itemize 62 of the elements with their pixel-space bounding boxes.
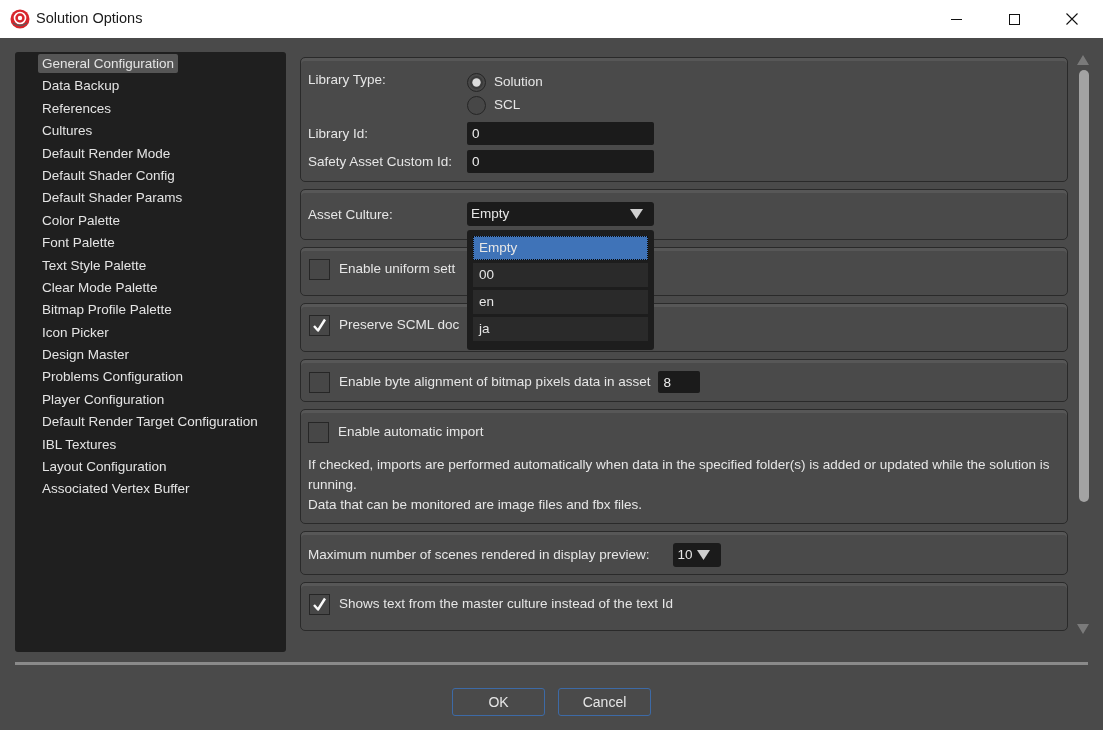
sidebar-item[interactable]: Layout Configuration — [38, 457, 171, 477]
sidebar-item[interactable]: Default Shader Config — [38, 165, 179, 185]
field-label: Maximum number of scenes rendered in display preview: — [308, 545, 650, 564]
app-logo-icon — [10, 9, 30, 29]
checkbox-label: Enable uniform sett — [339, 260, 456, 279]
sidebar-item[interactable]: Cultures — [38, 121, 97, 141]
sidebar-item[interactable]: References — [38, 98, 116, 118]
sidebar-item[interactable]: IBL Textures — [38, 434, 121, 454]
checkbox[interactable] — [309, 259, 330, 280]
sidebar-item[interactable]: Font Palette — [38, 233, 119, 253]
dropdown-option[interactable]: Empty — [473, 236, 648, 260]
sidebar-item[interactable]: General Configuration — [38, 54, 179, 73]
sidebar-item[interactable]: Design Master — [38, 345, 134, 365]
sidebar-item[interactable]: Color Palette — [38, 210, 125, 230]
dropdown-field[interactable]: 10 — [673, 543, 722, 567]
description-text: If checked, imports are performed automatically when data in the specified folder(s) is added or updated while the solution is running. — [308, 456, 1051, 494]
dropdown-option[interactable]: ja — [473, 317, 648, 341]
sidebar-item[interactable]: Default Render Target Configuration — [38, 412, 262, 432]
close-icon — [1066, 13, 1078, 25]
caret-down-icon — [697, 550, 711, 560]
field-label: Library Type: — [308, 71, 387, 89]
dropdown-option[interactable]: 00 — [473, 263, 648, 287]
sidebar-item[interactable]: Clear Mode Palette — [38, 277, 162, 297]
dialog-button[interactable]: OK — [452, 688, 545, 716]
checkbox-label: Preserve SCML doc — [339, 316, 460, 335]
sidebar-item[interactable]: Data Backup — [38, 76, 124, 96]
dropdown-option[interactable]: en — [473, 290, 648, 314]
radio-label: Solution — [494, 73, 543, 92]
sidebar-item[interactable]: Text Style Palette — [38, 255, 151, 275]
scrollbar-thumb[interactable] — [1079, 70, 1089, 502]
sidebar-item[interactable]: Default Render Mode — [38, 143, 175, 163]
radio-button[interactable] — [467, 73, 486, 92]
checkbox-label: Enable byte alignment of bitmap pixels data in asset — [339, 372, 651, 391]
checkbox[interactable] — [309, 371, 330, 393]
number-field[interactable]: 8 — [658, 371, 701, 393]
window-title: Solution Options — [36, 9, 143, 29]
checkbox-label: Shows text from the master culture instead of the text Id — [339, 595, 673, 614]
field-label: Asset Culture: — [308, 205, 394, 224]
text-field[interactable]: 0 — [467, 150, 654, 173]
checkbox[interactable] — [309, 315, 330, 336]
checkbox[interactable] — [309, 594, 330, 615]
sidebar-item[interactable]: Player Configuration — [38, 389, 169, 409]
minimize-icon — [950, 18, 962, 20]
radio-button[interactable] — [467, 96, 486, 115]
dialog-button[interactable]: Cancel — [558, 688, 651, 716]
dropdown-field[interactable]: Empty — [467, 202, 654, 226]
maximize-icon — [1008, 13, 1020, 25]
radio-label: SCL — [494, 96, 521, 115]
caret-down-icon — [630, 209, 643, 219]
scroll-up-icon[interactable] — [1077, 55, 1089, 65]
checkbox-label: Enable automatic import — [338, 423, 484, 442]
sidebar-item[interactable]: Associated Vertex Buffer — [38, 479, 194, 499]
description-text: Data that can be monitored are image files and fbx files. — [308, 496, 643, 514]
field-label: Library Id: — [308, 125, 370, 143]
sidebar-item[interactable]: Default Shader Params — [38, 188, 187, 208]
sidebar-item[interactable]: Icon Picker — [38, 322, 113, 342]
checkbox[interactable] — [308, 422, 329, 443]
text-field[interactable]: 0 — [467, 122, 654, 145]
sidebar-item[interactable]: Bitmap Profile Palette — [38, 300, 176, 320]
scroll-down-icon[interactable] — [1077, 624, 1089, 634]
sidebar-item[interactable]: Problems Configuration — [38, 367, 188, 387]
field-label: Safety Asset Custom Id: — [308, 153, 454, 171]
